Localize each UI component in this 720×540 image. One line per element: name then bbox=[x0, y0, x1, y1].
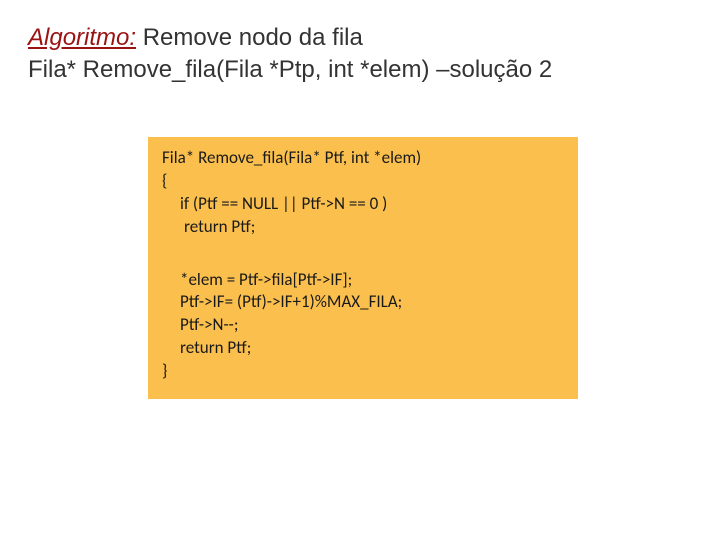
code-line: Ptf->N--; bbox=[162, 314, 564, 337]
code-line: return Ptf; bbox=[162, 337, 564, 360]
code-line: Ptf->IF= (Ptf)->IF+1)%MAX_FILA; bbox=[162, 291, 564, 314]
code-line: if (Ptf == NULL || Ptf->N == 0 ) bbox=[162, 193, 564, 216]
slide-title: Algoritmo: Remove nodo da fila Fila* Rem… bbox=[28, 22, 692, 87]
code-line: { bbox=[162, 170, 564, 193]
title-line2: Fila* Remove_fila(Fila *Ptp, int *elem) … bbox=[28, 56, 552, 83]
code-line: *elem = Ptf->fila[Ptf->IF]; bbox=[162, 269, 564, 292]
code-line: return Ptf; bbox=[162, 216, 564, 239]
code-line: Fila* Remove_fila(Fila* Ptf, int *elem) bbox=[162, 147, 564, 170]
code-box: Fila* Remove_fila(Fila* Ptf, int *elem) … bbox=[148, 137, 578, 399]
code-line: } bbox=[162, 360, 564, 383]
title-algo-label: Algoritmo: bbox=[28, 24, 136, 51]
title-rest-line1: Remove nodo da fila bbox=[136, 24, 363, 51]
code-blank bbox=[162, 239, 564, 269]
slide: Algoritmo: Remove nodo da fila Fila* Rem… bbox=[0, 0, 720, 399]
